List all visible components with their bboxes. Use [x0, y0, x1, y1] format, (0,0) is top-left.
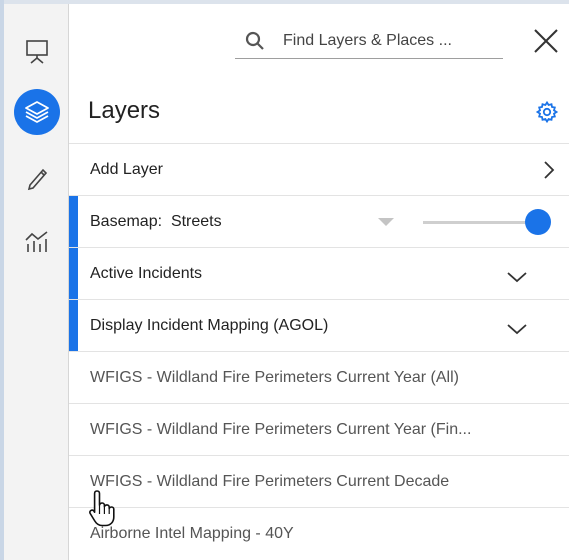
analytics-button[interactable] [14, 218, 60, 264]
tool-rail [4, 4, 69, 560]
layer-group-row[interactable]: Active Incidents [69, 247, 569, 299]
layer-item-row[interactable]: WFIGS - Wildland Fire Perimeters Current… [69, 403, 569, 455]
search-icon[interactable] [243, 29, 267, 53]
layer-item-label: Airborne Intel Mapping - 40Y [90, 524, 294, 542]
basemap-label: Basemap: Streets [90, 212, 222, 230]
active-indicator [69, 196, 78, 247]
presentation-icon [26, 40, 48, 64]
panel-title: Layers [88, 97, 161, 124]
pencil-icon [27, 168, 48, 191]
add-layer-label: Add Layer [90, 160, 163, 178]
presentation-button[interactable] [14, 28, 60, 74]
add-layer-row[interactable]: Add Layer [69, 143, 569, 195]
chevron-right-icon [544, 161, 555, 179]
layers-button[interactable] [14, 89, 60, 135]
opacity-slider-track[interactable] [423, 221, 541, 224]
layer-item-label: WFIGS - Wildland Fire Perimeters Current… [90, 420, 472, 438]
layer-item-label: WFIGS - Wildland Fire Perimeters Current… [90, 472, 450, 490]
layers-icon [25, 101, 49, 123]
layer-group-label: Active Incidents [90, 264, 203, 282]
search-input[interactable] [281, 31, 485, 51]
layer-item-row[interactable]: WFIGS - Wildland Fire Perimeters Current… [69, 455, 569, 507]
active-indicator [69, 248, 78, 299]
chart-icon [25, 231, 48, 252]
layers-panel: Layers Add Layer Basemap: Streets Active… [69, 4, 569, 560]
basemap-value: Streets [170, 212, 222, 230]
hand-cursor-icon [89, 490, 115, 527]
chevron-down-icon[interactable] [506, 322, 528, 336]
active-indicator [69, 300, 78, 351]
basemap-row[interactable]: Basemap: Streets [69, 195, 569, 247]
layer-group-label: Display Incident Mapping (AGOL) [90, 316, 329, 334]
opacity-slider-handle[interactable] [525, 209, 551, 235]
layer-item-row[interactable]: Airborne Intel Mapping - 40Y [69, 507, 569, 559]
layer-list: Add Layer Basemap: Streets Active Incide… [69, 143, 569, 559]
layer-group-row[interactable]: Display Incident Mapping (AGOL) [69, 299, 569, 351]
caret-down-icon[interactable] [376, 216, 396, 228]
layer-item-row[interactable]: WFIGS - Wildland Fire Perimeters Current… [69, 351, 569, 403]
close-icon[interactable] [531, 26, 561, 56]
draw-button[interactable] [14, 155, 60, 201]
chevron-down-icon[interactable] [506, 270, 528, 284]
gear-icon[interactable] [535, 100, 559, 124]
layer-item-label: WFIGS - Wildland Fire Perimeters Current… [90, 368, 459, 386]
search-box [235, 24, 503, 59]
